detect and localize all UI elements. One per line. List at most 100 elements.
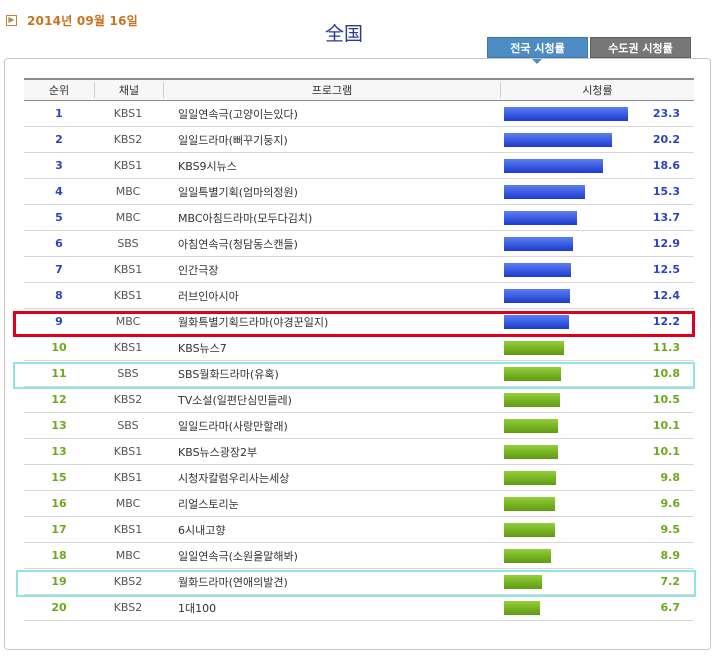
table-row: 20 KBS2 1대100 6.7 (24, 595, 694, 621)
rank-cell: 3 (55, 159, 63, 172)
rating-bar (504, 471, 556, 485)
program-cell: KBS뉴스광장2부 (178, 445, 258, 459)
channel-cell: KBS1 (113, 289, 143, 302)
program-cell: MBC아침드라마(모두다김치) (178, 211, 313, 225)
program-cell: 아침연속극(청담동스캔들) (178, 237, 298, 251)
rating-bar (504, 341, 564, 355)
rating-value: 12.5 (652, 263, 680, 276)
rating-value: 18.6 (652, 159, 680, 172)
rating-cell: 18.6 (498, 153, 694, 178)
table-row: 6 SBS 아침연속극(청담동스캔들) 12.9 (24, 231, 694, 257)
rating-bar (504, 523, 555, 537)
rating-value: 13.7 (652, 211, 680, 224)
table-row: 18 MBC 일일연속극(소원을말해봐) 8.9 (24, 543, 694, 569)
program-cell: 시청자칼럼우리사는세상 (178, 471, 290, 485)
program-cell: 일일연속극(고양이는있다) (178, 107, 298, 121)
tab-capital-ratings[interactable]: 수도권 시청률 (590, 37, 691, 58)
rating-cell: 10.1 (498, 439, 694, 464)
header-program: 프로그램 (164, 82, 501, 98)
table-row: 8 KBS1 러브인아시아 12.4 (24, 283, 694, 309)
rating-value: 9.5 (660, 523, 681, 536)
rank-cell: 12 (51, 393, 67, 406)
rank-cell: 8 (55, 289, 63, 302)
program-cell: 일일드라마(사랑만할래) (178, 419, 288, 433)
rank-cell: 6 (55, 237, 63, 250)
header-channel: 채널 (95, 82, 164, 98)
channel-cell: MBC (115, 549, 141, 562)
program-cell: 러브인아시아 (178, 289, 239, 303)
rating-bar (504, 497, 555, 511)
rating-cell: 12.4 (498, 283, 694, 308)
rating-value: 10.1 (652, 419, 680, 432)
date-label: 2014년 09월 16일 (27, 13, 138, 28)
rating-cell: 9.6 (498, 491, 694, 516)
channel-cell: KBS1 (113, 445, 143, 458)
program-cell: 일일연속극(소원을말해봐) (178, 549, 298, 563)
program-cell: 1대100 (178, 601, 217, 615)
table-row: 3 KBS1 KBS9시뉴스 18.6 (24, 153, 694, 179)
table-row: 10 KBS1 KBS뉴스7 11.3 (24, 335, 694, 361)
rank-cell: 2 (55, 133, 63, 146)
rating-value: 9.8 (660, 471, 681, 484)
header-rating: 시청률 (582, 84, 613, 97)
channel-cell: KBS1 (113, 471, 143, 484)
rating-value: 12.4 (652, 289, 680, 302)
rank-cell: 1 (55, 107, 63, 120)
rank-cell: 13 (51, 419, 67, 432)
page-title: 全国 (325, 23, 364, 45)
rating-value: 12.9 (652, 237, 680, 250)
rating-value: 20.2 (652, 133, 680, 146)
table-row: 4 MBC 일일특별기획(엄마의정원) 15.3 (24, 179, 694, 205)
table-row: 1 KBS1 일일연속극(고양이는있다) 23.3 (24, 101, 694, 127)
table-row: 13 SBS 일일드라마(사랑만할래) 10.1 (24, 413, 694, 439)
channel-cell: MBC (115, 185, 141, 198)
rating-bar (504, 159, 603, 173)
channel-cell: KBS1 (113, 263, 143, 276)
highlight-box-cyan (13, 362, 695, 389)
program-cell: KBS9시뉴스 (178, 159, 237, 173)
rank-cell: 15 (51, 471, 67, 484)
channel-cell: KBS2 (113, 393, 143, 406)
rating-bar (504, 133, 612, 147)
arrow-right-icon[interactable]: ▶ (6, 14, 17, 26)
rating-cell: 23.3 (498, 101, 694, 126)
date-header: ▶ 2014년 09월 16일 (6, 12, 138, 28)
highlight-box-cyan (16, 570, 696, 597)
rating-bar (504, 393, 560, 407)
tab-national-ratings[interactable]: 전국 시청률 (487, 37, 588, 58)
table-row: 2 KBS2 일일드라마(뻐꾸기둥지) 20.2 (24, 127, 694, 153)
rating-bar (504, 549, 551, 563)
program-cell: 리얼스토리눈 (178, 497, 239, 511)
table-body: 1 KBS1 일일연속극(고양이는있다) 23.3 2 KBS2 일일드라마(뻐꾸기둥지) 2… (24, 101, 694, 621)
rating-value: 10.1 (652, 445, 680, 458)
program-cell: 일일특별기획(엄마의정원) (178, 185, 298, 199)
rating-cell: 11.3 (498, 335, 694, 360)
rating-value: 11.3 (652, 341, 680, 354)
program-cell: TV소설(일편단심민들레) (178, 393, 292, 407)
table-row: 15 KBS1 시청자칼럼우리사는세상 9.8 (24, 465, 694, 491)
rating-cell: 9.5 (498, 517, 694, 542)
channel-cell: KBS1 (113, 523, 143, 536)
program-cell: KBS뉴스7 (178, 341, 227, 355)
rating-bar (504, 107, 628, 121)
channel-cell: KBS1 (113, 159, 143, 172)
header-rank: 순위 (24, 82, 95, 98)
rating-value: 6.7 (660, 601, 681, 614)
rating-value: 15.3 (652, 185, 680, 198)
rank-cell: 4 (55, 185, 63, 198)
rating-value: 10.5 (652, 393, 680, 406)
program-cell: 일일드라마(뻐꾸기둥지) (178, 133, 288, 147)
rating-cell: 10.1 (498, 413, 694, 438)
rating-value: 8.9 (660, 549, 681, 562)
channel-cell: SBS (117, 419, 139, 432)
rating-bar (504, 289, 570, 303)
rating-bar (504, 419, 558, 433)
channel-cell: MBC (115, 211, 141, 224)
rating-cell: 12.5 (498, 257, 694, 282)
program-cell: 6시내고향 (178, 523, 226, 537)
rank-cell: 13 (51, 445, 67, 458)
table-row: 12 KBS2 TV소설(일편단심민들레) 10.5 (24, 387, 694, 413)
rating-bar (504, 237, 573, 251)
rating-value: 23.3 (652, 107, 680, 120)
table-header: 순위 채널 프로그램 시청률 (24, 78, 694, 101)
